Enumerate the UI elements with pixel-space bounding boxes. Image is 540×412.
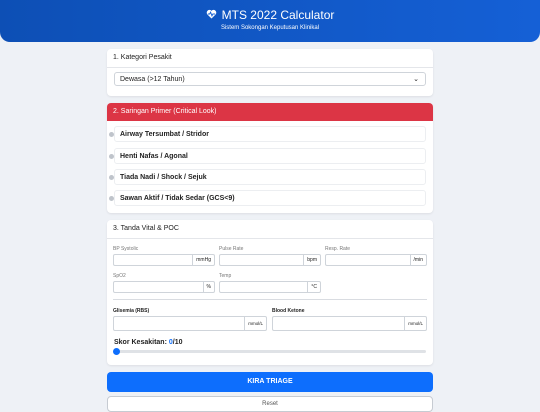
- heart-pulse-icon: [206, 8, 217, 22]
- resp-input-group: /min: [325, 254, 427, 266]
- critical-item-pulse[interactable]: Tiada Nadi / Shock / Sejuk: [109, 169, 426, 185]
- pain-score-label: Skor Kesakitan: 0/10: [114, 339, 183, 346]
- divider: [113, 299, 427, 300]
- critical-item-label: Sawan Aktif / Tidak Sedar (GCS<9): [120, 195, 235, 202]
- temp-input-group: °C: [219, 281, 321, 293]
- app-header: MTS 2022 Calculator Sistem Sokongan Kepu…: [0, 0, 540, 42]
- spo2-input[interactable]: [113, 281, 204, 293]
- resp-input[interactable]: [325, 254, 411, 266]
- spo2-input-group: %: [113, 281, 215, 293]
- critical-item-label: Henti Nafas / Agonal: [120, 153, 188, 160]
- patient-category-title: 1. Kategori Pesakit: [107, 49, 433, 68]
- temp-input[interactable]: [219, 281, 309, 293]
- glucose-input[interactable]: [113, 316, 246, 331]
- bp-input-group: mmHg: [113, 254, 215, 266]
- patient-category-select[interactable]: Dewasa (>12 Tahun) ⌄: [114, 72, 426, 86]
- pain-slider-thumb[interactable]: [113, 348, 120, 355]
- critical-item-airway[interactable]: Airway Tersumbat / Stridor: [109, 126, 426, 142]
- critical-item-seizure[interactable]: Sawan Aktif / Tidak Sedar (GCS<9): [109, 190, 426, 206]
- app-subtitle: Sistem Sokongan Keputusan Klinikal: [220, 25, 320, 31]
- spo2-label: SpO2: [113, 273, 126, 279]
- critical-item-label: Tiada Nadi / Shock / Sejuk: [120, 174, 207, 181]
- primary-screening-title: 2. Saringan Primer (Critical Look): [107, 103, 433, 121]
- resp-label: Resp. Rate: [325, 246, 351, 252]
- bp-unit: mmHg: [193, 254, 215, 266]
- ketone-input[interactable]: [272, 316, 406, 331]
- calculate-triage-button[interactable]: KIRA TRIAGE: [107, 372, 433, 392]
- patient-category-card: 1. Kategori Pesakit Dewasa (>12 Tahun) ⌄: [107, 49, 433, 96]
- pulse-input-group: bpm: [219, 254, 321, 266]
- resp-unit: /min: [410, 254, 427, 266]
- temp-label: Temp: [219, 273, 232, 279]
- glucose-input-group: mmol/L: [113, 316, 267, 331]
- pain-score-text: Skor Kesakitan:: [114, 339, 167, 346]
- glucose-unit: mmol/L: [245, 316, 267, 331]
- checkbox-dot[interactable]: [109, 154, 114, 159]
- bp-label: BP Systolic: [113, 246, 139, 252]
- pulse-label: Pulse Rate: [219, 246, 244, 252]
- critical-item-label: Airway Tersumbat / Stridor: [120, 131, 209, 138]
- pain-slider-track[interactable]: [116, 350, 426, 353]
- spo2-unit: %: [203, 281, 215, 293]
- checkbox-dot[interactable]: [109, 132, 114, 137]
- ketone-label: Blood Ketone: [272, 308, 305, 314]
- checkbox-dot[interactable]: [109, 175, 114, 180]
- pulse-unit: bpm: [304, 254, 321, 266]
- ketone-unit: mmol/L: [405, 316, 427, 331]
- app-title: MTS 2022 Calculator: [221, 8, 335, 22]
- glucose-label: Glisemia (RBS): [113, 308, 150, 314]
- critical-item-breathing[interactable]: Henti Nafas / Agonal: [109, 148, 426, 164]
- vitals-card: 3. Tanda Vital & POC BP Systolic mmHg Pu…: [107, 220, 433, 365]
- patient-category-value: Dewasa (>12 Tahun): [120, 76, 185, 83]
- bp-input[interactable]: [113, 254, 194, 266]
- chevron-down-icon: ⌄: [413, 76, 419, 83]
- pulse-input[interactable]: [219, 254, 305, 266]
- temp-unit: °C: [308, 281, 321, 293]
- pain-score-max: /10: [172, 339, 183, 346]
- vitals-title: 3. Tanda Vital & POC: [107, 220, 433, 239]
- ketone-input-group: mmol/L: [272, 316, 427, 331]
- app-title-row: MTS 2022 Calculator: [0, 8, 540, 22]
- checkbox-dot[interactable]: [109, 196, 114, 201]
- primary-screening-card: 2. Saringan Primer (Critical Look) Airwa…: [107, 103, 433, 213]
- reset-button[interactable]: Reset: [107, 396, 433, 412]
